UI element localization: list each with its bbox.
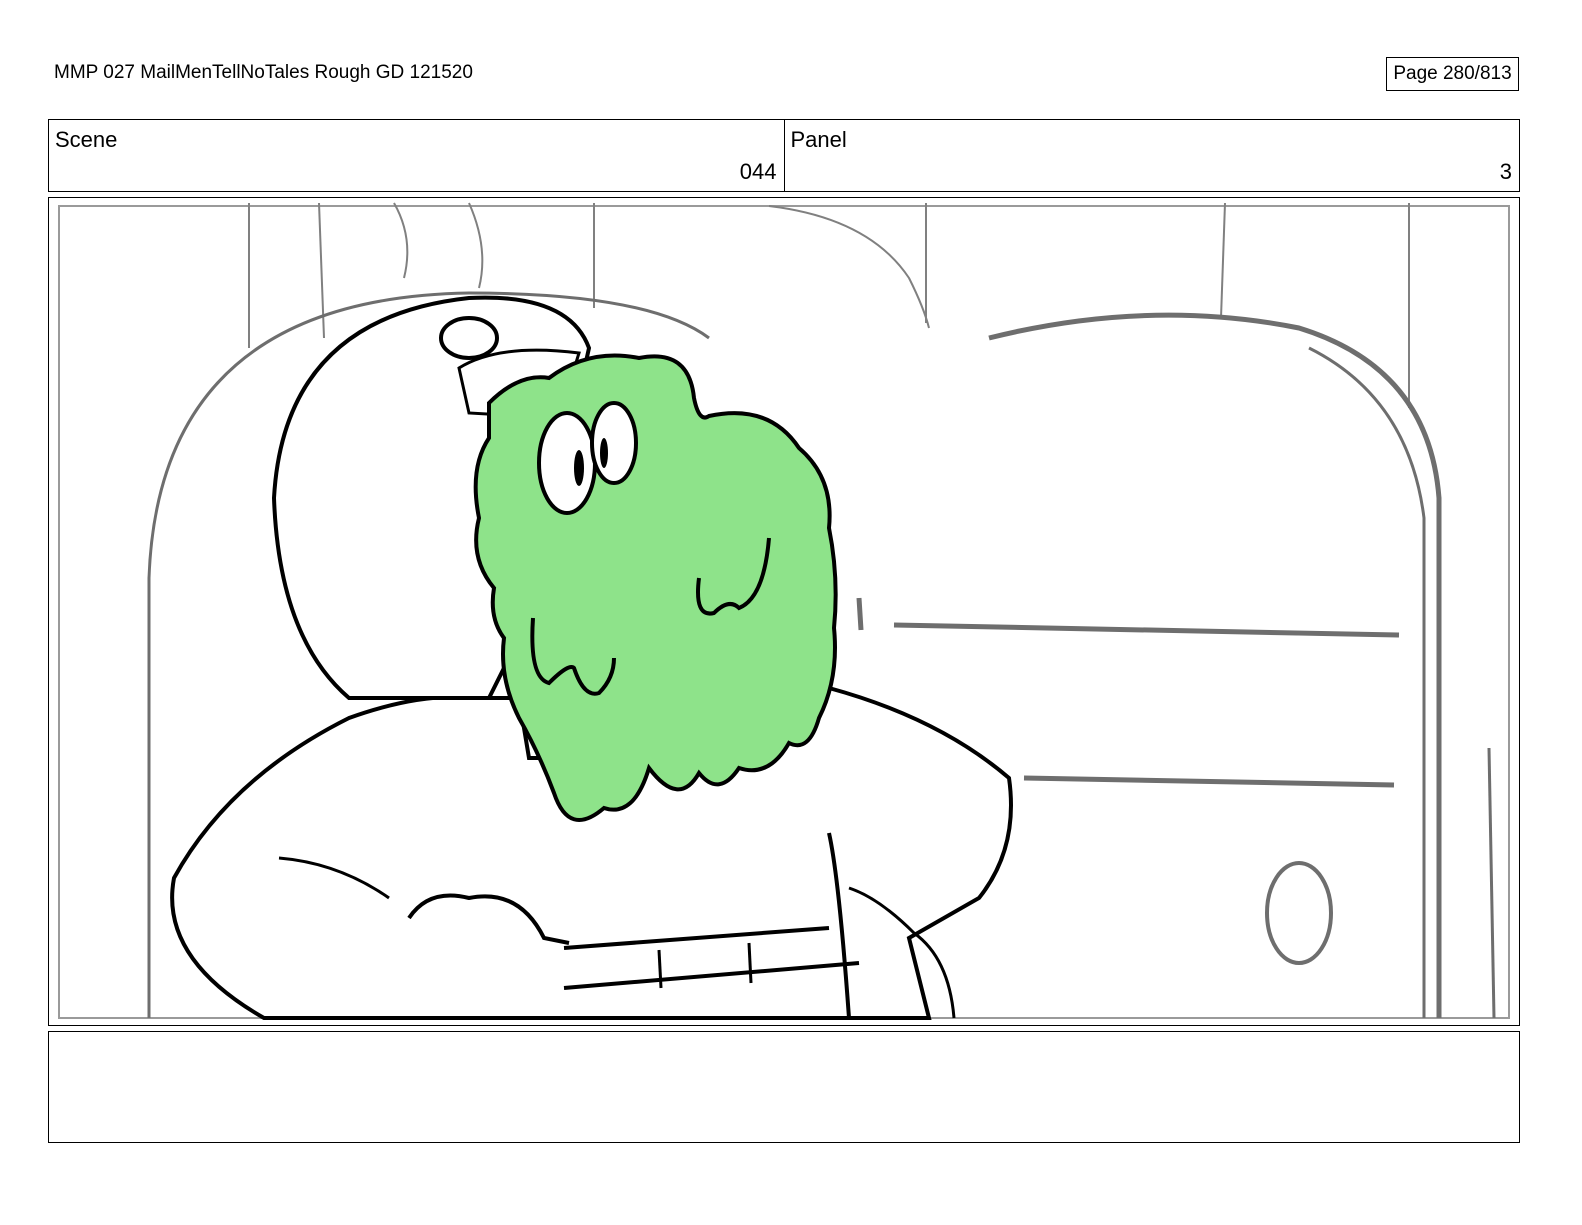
slime-left-eye bbox=[537, 411, 597, 515]
storyboard-drawing bbox=[58, 202, 1510, 1020]
panel-cell: Panel 3 bbox=[783, 120, 1520, 191]
panel-label: Panel bbox=[790, 127, 847, 152]
panel-notes-box bbox=[48, 1031, 1520, 1143]
document-title: MMP 027 MailMenTellNoTales Rough GD 1215… bbox=[54, 62, 473, 83]
page-number: Page 280/813 bbox=[1393, 63, 1512, 84]
panel-number: 3 bbox=[1499, 159, 1512, 184]
scene-label: Scene bbox=[55, 127, 118, 152]
scene-cell: Scene 044 bbox=[49, 120, 784, 191]
page-number-box: Page 280/813 bbox=[1386, 57, 1519, 91]
storyboard-panel bbox=[48, 197, 1520, 1026]
slime-right-eye bbox=[590, 401, 638, 485]
slime-right-pupil bbox=[600, 438, 608, 468]
scene-panel-header: Scene 044 Panel 3 bbox=[48, 119, 1520, 192]
slime-left-pupil bbox=[574, 450, 584, 486]
scene-number: 044 bbox=[739, 159, 777, 184]
